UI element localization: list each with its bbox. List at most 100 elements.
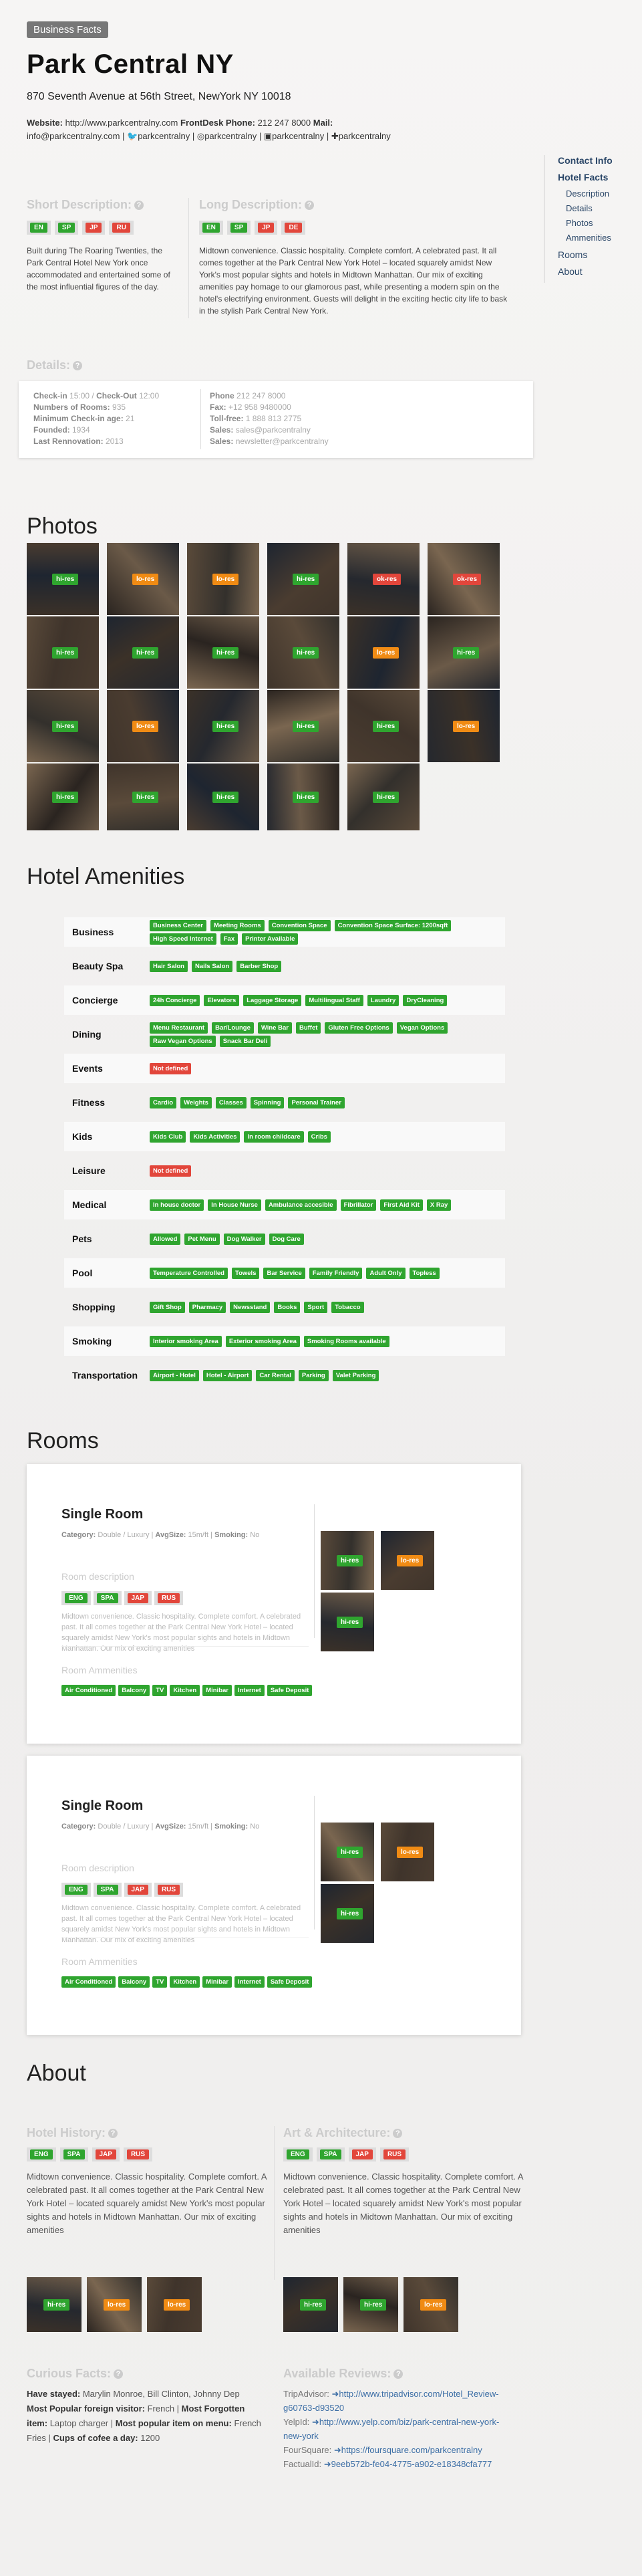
detail-key: Toll-free: (210, 414, 244, 423)
resolution-badge: hi-res (373, 721, 399, 732)
instagram-link[interactable]: parkcentralny (204, 131, 257, 141)
lang-spa[interactable]: SPA (96, 1593, 118, 1603)
lang-eng[interactable]: ENG (65, 1885, 88, 1895)
hotel-photo[interactable]: ok-res (428, 543, 500, 615)
nav-contact-info[interactable]: Contact Info (558, 155, 637, 166)
lang-rus[interactable]: RUS (383, 2149, 406, 2159)
hotel-photo[interactable]: hi-res (107, 616, 179, 689)
lang-en[interactable]: EN (30, 223, 47, 233)
hotel-photo[interactable]: lo-res (107, 690, 179, 762)
amenity-row: Pool Temperature Controlled Towels Bar Serv… (64, 1258, 505, 1288)
help-icon[interactable]: ? (305, 201, 314, 211)
factual-link[interactable]: 9eeb572b-fe04-4775-a902-e18348cfa777 (331, 2459, 492, 2469)
lang-rus[interactable]: RUS (157, 1885, 180, 1895)
resolution-badge: lo-res (132, 721, 159, 732)
amenity-tags: Temperature Controlled Towels Bar Service F… (150, 1267, 505, 1279)
hotel-photo[interactable]: lo-res (347, 616, 420, 689)
lang-spa[interactable]: SPA (63, 2149, 85, 2159)
hotel-photo[interactable]: hi-res (321, 1884, 374, 1943)
hotel-photo[interactable]: lo-res (87, 2277, 142, 2332)
googleplus-link[interactable]: parkcentralny (339, 131, 391, 141)
hotel-photo[interactable]: hi-res (267, 690, 339, 762)
website-link[interactable]: http://www.parkcentralny.com (65, 118, 178, 128)
hotel-photo[interactable]: hi-res (428, 616, 500, 689)
lang-chip: EN (27, 221, 51, 235)
hotel-photo[interactable]: hi-res (187, 690, 259, 762)
lang-en[interactable]: EN (202, 223, 220, 233)
resolution-badge: lo-res (104, 2299, 130, 2311)
hotel-photo[interactable]: lo-res (107, 543, 179, 615)
hotel-photo[interactable]: hi-res (343, 2277, 398, 2332)
nav-description[interactable]: Description (558, 189, 637, 199)
hotel-photo[interactable]: hi-res (27, 690, 99, 762)
hotel-photo[interactable]: hi-res (27, 764, 99, 830)
help-icon[interactable]: ? (393, 2369, 404, 2379)
hotel-photo[interactable]: lo-res (187, 543, 259, 615)
hotel-photo[interactable]: hi-res (27, 2277, 82, 2332)
hotel-photo[interactable]: hi-res (283, 2277, 338, 2332)
amenity-tag: Personal Trainer (288, 1096, 345, 1108)
lang-rus[interactable]: RUS (157, 1593, 180, 1603)
lang-jap[interactable]: JAP (127, 1593, 148, 1603)
hotel-photo[interactable]: lo-res (381, 1531, 434, 1590)
lang-rus[interactable]: RUS (126, 2149, 150, 2159)
room-amenity-tag: Minibar (202, 1976, 232, 1988)
lang-spa[interactable]: SPA (319, 2149, 341, 2159)
lang-eng[interactable]: ENG (287, 2149, 309, 2159)
nav-about[interactable]: About (558, 266, 637, 277)
hotel-photo[interactable]: hi-res (267, 764, 339, 830)
hotel-photo[interactable]: lo-res (147, 2277, 202, 2332)
nav-photos[interactable]: Photos (558, 218, 637, 228)
nav-rooms[interactable]: Rooms (558, 249, 637, 260)
hotel-photo[interactable]: lo-res (428, 690, 500, 762)
room-amenity-tag: TV (152, 1685, 168, 1696)
lang-jap[interactable]: JAP (351, 2149, 373, 2159)
lang-jap[interactable]: JAP (127, 1885, 148, 1895)
hotel-photo[interactable]: hi-res (321, 1531, 374, 1590)
hotel-photo[interactable]: ok-res (347, 543, 420, 615)
lang-de[interactable]: DE (285, 223, 303, 233)
lang-eng[interactable]: ENG (30, 2149, 53, 2159)
hotel-photo[interactable]: hi-res (187, 616, 259, 689)
amenity-tag: Buffet (295, 1022, 321, 1034)
hotel-photo[interactable]: hi-res (27, 616, 99, 689)
lang-spa[interactable]: SPA (96, 1885, 118, 1895)
help-icon[interactable]: ? (134, 201, 144, 211)
hotel-photo[interactable]: hi-res (187, 764, 259, 830)
amenity-row: Dining Menu Restaurant Bar/Lounge Wine Bar B… (64, 1020, 505, 1049)
amenity-row: Fitness Cardio Weights Classes Spinning Perso… (64, 1088, 505, 1117)
hotel-photo[interactable]: hi-res (347, 690, 420, 762)
hotel-photo[interactable]: lo-res (381, 1823, 434, 1881)
mail-link[interactable]: info@parkcentralny.com (27, 131, 120, 141)
hotel-photo[interactable]: hi-res (321, 1593, 374, 1651)
hotel-photo[interactable]: lo-res (404, 2277, 458, 2332)
help-icon[interactable]: ? (108, 2129, 118, 2139)
lang-ru[interactable]: RU (112, 223, 130, 233)
hotel-photo[interactable]: hi-res (267, 616, 339, 689)
help-icon[interactable]: ? (73, 361, 83, 371)
hotel-photo[interactable]: hi-res (347, 764, 420, 830)
lang-eng[interactable]: ENG (65, 1593, 88, 1603)
hotel-photo[interactable]: hi-res (27, 543, 99, 615)
hotel-photo[interactable]: hi-res (321, 1823, 374, 1881)
linkedin-link[interactable]: parkcentralny (272, 131, 324, 141)
foursquare-link[interactable]: https://foursquare.com/parkcentralny (341, 2445, 482, 2455)
detail-value: 15:00 (69, 391, 90, 400)
help-icon[interactable]: ? (114, 2369, 124, 2379)
resolution-badge: hi-res (132, 647, 159, 659)
lang-jap[interactable]: JAP (95, 2149, 116, 2159)
lang-sp[interactable]: SP (57, 223, 75, 233)
lang-sp[interactable]: SP (230, 223, 248, 233)
detail-key: Check-in (33, 391, 67, 400)
nav-details[interactable]: Details (558, 203, 637, 213)
nav-hotel-facts[interactable]: Hotel Facts (558, 172, 637, 183)
hotel-photo[interactable]: hi-res (267, 543, 339, 615)
hotel-photo[interactable]: hi-res (107, 764, 179, 830)
detail-row: Toll-free: 1 888 813 2775 (210, 413, 329, 425)
nav-amenities[interactable]: Ammenities (558, 233, 637, 243)
help-icon[interactable]: ? (393, 2129, 403, 2139)
lang-jp[interactable]: JP (258, 223, 275, 233)
lang-chip: JAP (124, 1591, 152, 1605)
twitter-link[interactable]: parkcentralny (138, 131, 190, 141)
lang-jp[interactable]: JP (86, 223, 102, 233)
